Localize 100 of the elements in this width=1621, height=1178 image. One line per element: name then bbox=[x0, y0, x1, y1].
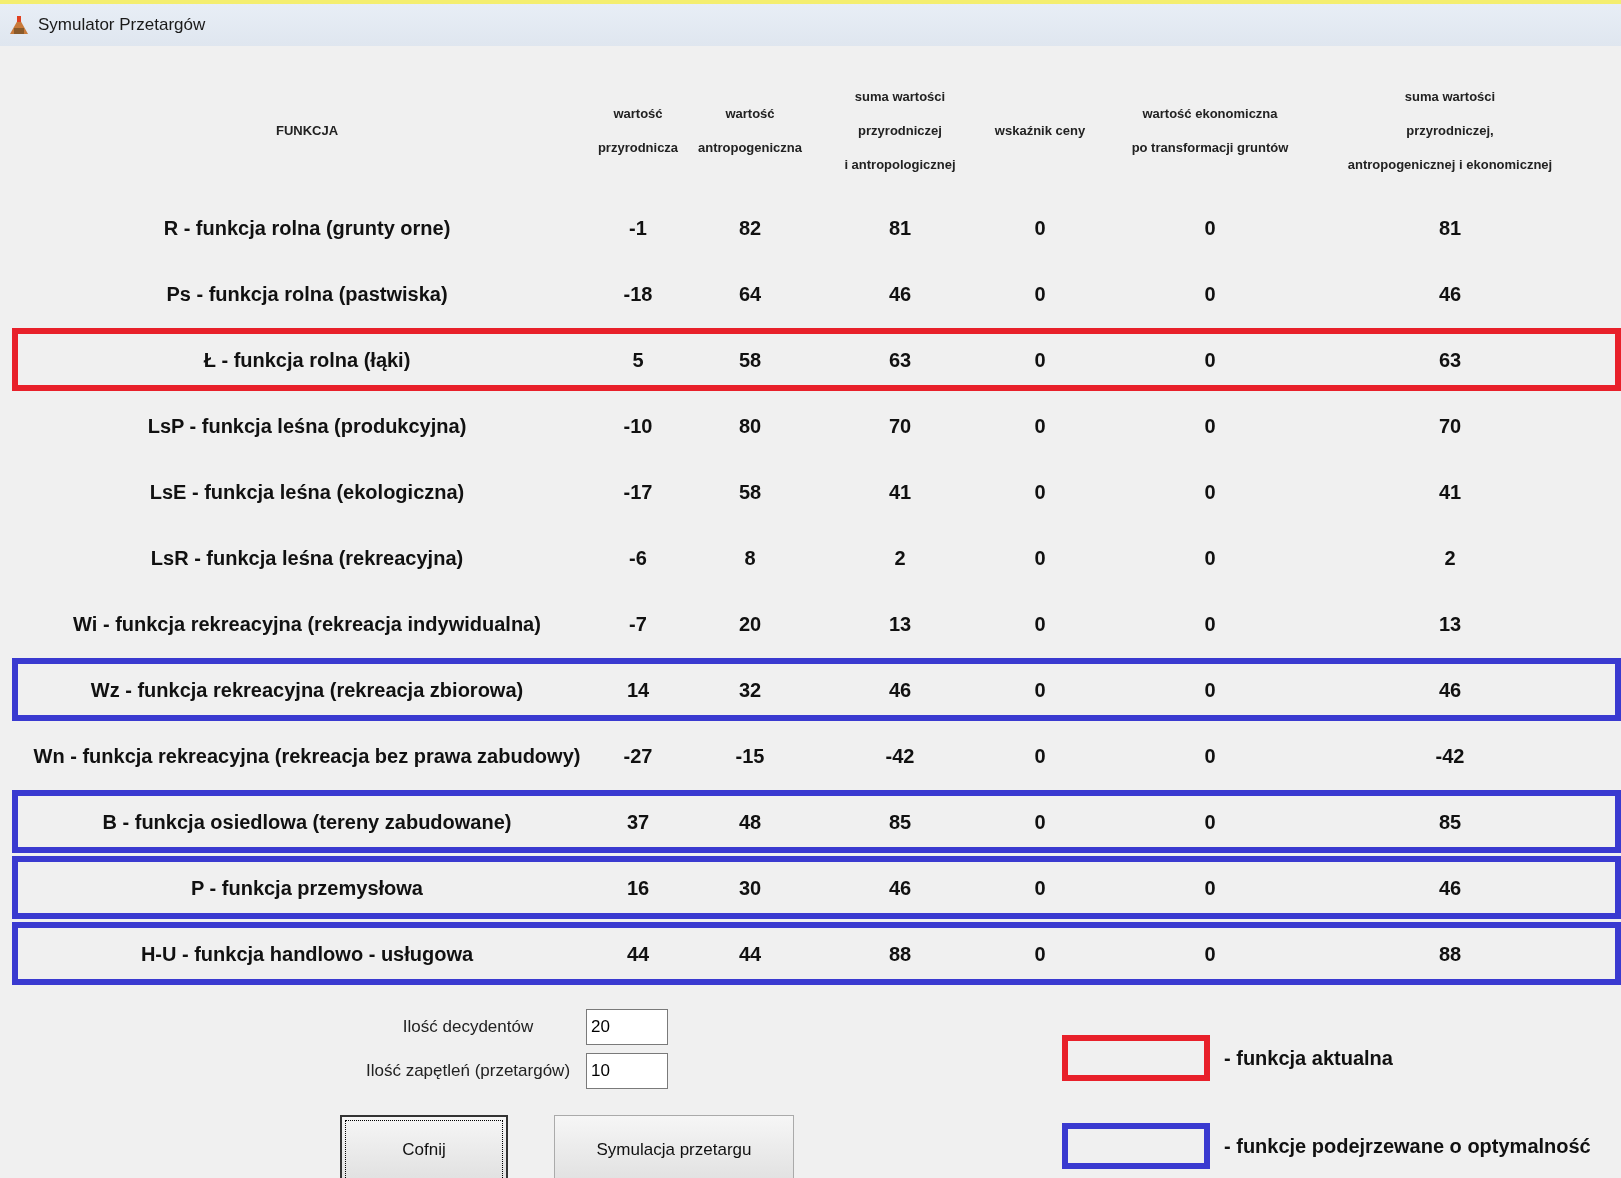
table-cell-text: -17 bbox=[623, 479, 653, 505]
table-cell-text: 41 bbox=[1438, 479, 1462, 505]
table-cell-text: 0 bbox=[1204, 677, 1216, 703]
table-cell-text: 63 bbox=[1438, 347, 1462, 373]
table-cell-text: 0 bbox=[1034, 479, 1046, 505]
table-cell-text: -27 bbox=[623, 743, 653, 769]
table-cell-text: -1 bbox=[629, 215, 647, 241]
table-cell-text: 0 bbox=[1034, 677, 1046, 703]
table-cell-text: 30 bbox=[738, 875, 762, 901]
table-cell-text: 46 bbox=[1438, 677, 1462, 703]
table-cell-text: 81 bbox=[1438, 215, 1462, 241]
function-name: Wi - funkcja rekreacyjna (rekreacja indywidualna) bbox=[73, 611, 541, 637]
field-label: Ilość decydentów bbox=[401, 1016, 535, 1039]
table-cell-text: 88 bbox=[888, 941, 912, 967]
table-cell-text: 14 bbox=[626, 677, 650, 703]
table-cell-text: 0 bbox=[1204, 215, 1216, 241]
table-cell-text: 20 bbox=[738, 611, 762, 637]
table-cell-text: 8 bbox=[744, 545, 756, 571]
table-cell-text: 13 bbox=[1438, 611, 1462, 637]
table-cell-text: 63 bbox=[888, 347, 912, 373]
function-name: Wz - funkcja rekreacyjna (rekreacja zbiorowa) bbox=[90, 677, 524, 703]
table-cell-text: 0 bbox=[1034, 875, 1046, 901]
table-cell-text: 0 bbox=[1204, 875, 1216, 901]
table-cell-text: 0 bbox=[1204, 743, 1216, 769]
column-header: wartość ekonomiczna po transformacji gruntów bbox=[1131, 105, 1289, 157]
function-name: P - funkcja przemysłowa bbox=[191, 875, 423, 901]
number-field[interactable]: 10 bbox=[586, 1053, 668, 1089]
table-cell-text: 64 bbox=[738, 281, 762, 307]
function-name: R - funkcja rolna (grunty orne) bbox=[163, 215, 451, 241]
column-header: wskaźnik ceny bbox=[994, 122, 1086, 140]
table-cell-text: 16 bbox=[626, 875, 650, 901]
table-cell-text: 0 bbox=[1204, 611, 1216, 637]
table-cell-text: 0 bbox=[1204, 479, 1216, 505]
table-cell-text: 0 bbox=[1204, 545, 1216, 571]
table-cell-text: 0 bbox=[1034, 281, 1046, 307]
table-cell-text: 46 bbox=[1438, 875, 1462, 901]
table-cell-text: 2 bbox=[1444, 545, 1456, 571]
table-cell-text: -18 bbox=[623, 281, 653, 307]
table-cell-text: 85 bbox=[888, 809, 912, 835]
field-label: Ilość zapętleń (przetargów) bbox=[364, 1060, 572, 1083]
table-cell-text: 46 bbox=[1438, 281, 1462, 307]
table-cell-text: 88 bbox=[1438, 941, 1462, 967]
column-header: wartość przyrodnicza bbox=[597, 105, 679, 157]
table-cell-text: 0 bbox=[1034, 941, 1046, 967]
function-name: LsE - funkcja leśna (ekologiczna) bbox=[149, 479, 465, 505]
table-cell-text: 82 bbox=[738, 215, 762, 241]
table-cell-text: 0 bbox=[1204, 809, 1216, 835]
legend-label: - funkcje podejrzewane o optymalność bbox=[1224, 1134, 1591, 1159]
function-name: Wn - funkcja rekreacyjna (rekreacja bez prawa zabudowy) bbox=[33, 743, 581, 769]
table-cell-text: 48 bbox=[738, 809, 762, 835]
column-header: wartość antropogeniczna bbox=[698, 105, 802, 157]
table-cell-text: 0 bbox=[1034, 743, 1046, 769]
table-cell-text: -10 bbox=[623, 413, 653, 439]
table-cell-text: -6 bbox=[629, 545, 647, 571]
table-cell-text: 0 bbox=[1204, 281, 1216, 307]
function-name: B - funkcja osiedlowa (tereny zabudowane) bbox=[102, 809, 512, 835]
table-cell-text: 0 bbox=[1204, 941, 1216, 967]
table-cell-text: 0 bbox=[1034, 809, 1046, 835]
table-cell-text: 58 bbox=[738, 479, 762, 505]
table-cell-text: 0 bbox=[1034, 413, 1046, 439]
column-header: suma wartości przyrodniczej, antropogenicznej i ekonomicznej bbox=[1347, 88, 1553, 174]
table-cell-text: 58 bbox=[738, 347, 762, 373]
table-cell-text: -42 bbox=[885, 743, 915, 769]
table-cell-text: 46 bbox=[888, 677, 912, 703]
table-cell-text: -7 bbox=[629, 611, 647, 637]
function-name: LsP - funkcja leśna (produkcyjna) bbox=[147, 413, 467, 439]
simulate-button[interactable]: Symulacja przetargu bbox=[554, 1115, 794, 1178]
table-cell-text: 44 bbox=[738, 941, 762, 967]
function-name: H-U - funkcja handlowo - usługowa bbox=[140, 941, 474, 967]
table-cell-text: 0 bbox=[1204, 347, 1216, 373]
function-name: Ł - funkcja rolna (łąki) bbox=[203, 347, 411, 373]
table-cell-text: 0 bbox=[1034, 545, 1046, 571]
table-cell-text: 44 bbox=[626, 941, 650, 967]
table-cell-text: 41 bbox=[888, 479, 912, 505]
table-cell-text: 46 bbox=[888, 281, 912, 307]
table-cell-text: 81 bbox=[888, 215, 912, 241]
table-cell-text: 0 bbox=[1034, 611, 1046, 637]
table-cell-text: 80 bbox=[738, 413, 762, 439]
table-cell-text: 0 bbox=[1034, 347, 1046, 373]
table-cell-text: 70 bbox=[888, 413, 912, 439]
function-name: Ps - funkcja rolna (pastwiska) bbox=[166, 281, 448, 307]
window-title: Symulator Przetargów bbox=[38, 14, 206, 37]
table-cell-text: 70 bbox=[1438, 413, 1462, 439]
app-icon bbox=[8, 14, 30, 36]
number-field[interactable]: 20 bbox=[586, 1009, 668, 1045]
column-header: FUNKCJA bbox=[275, 122, 339, 140]
function-name: LsR - funkcja leśna (rekreacyjna) bbox=[150, 545, 464, 571]
table-cell-text: 46 bbox=[888, 875, 912, 901]
table-cell-text: 13 bbox=[888, 611, 912, 637]
legend-label: - funkcja aktualna bbox=[1224, 1046, 1393, 1071]
table-cell-text: -42 bbox=[1435, 743, 1465, 769]
table-cell-text: 37 bbox=[626, 809, 650, 835]
table-cell-text: 2 bbox=[894, 545, 906, 571]
column-header: suma wartości przyrodniczej i antropologicznej bbox=[844, 88, 956, 174]
table-cell-text: 0 bbox=[1204, 413, 1216, 439]
undo-button[interactable]: Cofnij bbox=[340, 1115, 508, 1178]
table-cell-text: 32 bbox=[738, 677, 762, 703]
table-cell-text: 0 bbox=[1034, 215, 1046, 241]
table-cell-text: 5 bbox=[632, 347, 644, 373]
table-cell-text: 85 bbox=[1438, 809, 1462, 835]
